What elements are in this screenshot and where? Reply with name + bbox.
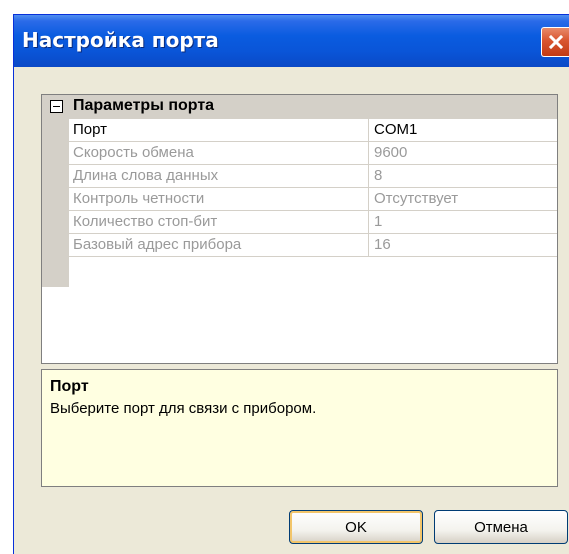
property-name: Количество стоп-бит	[69, 211, 369, 233]
collapse-icon[interactable]	[50, 100, 63, 113]
help-title: Порт	[50, 378, 89, 395]
cancel-button[interactable]: Отмена	[434, 510, 568, 544]
title-bar[interactable]: Настройка порта	[14, 15, 569, 67]
window-title: Настройка порта	[22, 28, 219, 52]
property-row-parity: Контроль четности Отсутствует	[69, 188, 557, 211]
property-value: 1	[374, 213, 383, 230]
property-value: 16	[374, 236, 391, 253]
property-row-base-address: Базовый адрес прибора 16	[69, 234, 557, 257]
property-row-stop-bits: Количество стоп-бит 1	[69, 211, 557, 234]
property-name: Базовый адрес прибора	[69, 234, 369, 256]
property-grid: Параметры порта Порт COM1 Скорость обмен…	[41, 94, 558, 364]
property-row-baud-rate: Скорость обмена 9600	[69, 142, 557, 165]
property-value[interactable]: COM1	[369, 119, 557, 141]
property-row-data-bits: Длина слова данных 8	[69, 165, 557, 188]
ok-button[interactable]: OK	[289, 510, 423, 544]
port-settings-dialog: Настройка порта Параметры порта Порт COM…	[13, 14, 569, 554]
help-panel: Порт Выберите порт для связи с прибором.	[41, 369, 558, 487]
property-name: Длина слова данных	[69, 165, 369, 187]
close-button[interactable]	[541, 27, 569, 57]
grid-gutter	[42, 119, 69, 287]
category-label: Параметры порта	[73, 97, 215, 114]
property-row-port[interactable]: Порт COM1	[69, 119, 557, 142]
property-name: Порт	[69, 119, 369, 141]
help-description: Выберите порт для связи с прибором.	[50, 400, 317, 417]
property-value: 9600	[374, 144, 408, 161]
category-row[interactable]: Параметры порта	[42, 95, 557, 119]
property-name: Контроль четности	[69, 188, 369, 210]
property-value: 8	[374, 167, 383, 184]
property-name: Скорость обмена	[69, 142, 369, 164]
close-icon	[548, 34, 564, 50]
property-value: Отсутствует	[374, 190, 459, 207]
